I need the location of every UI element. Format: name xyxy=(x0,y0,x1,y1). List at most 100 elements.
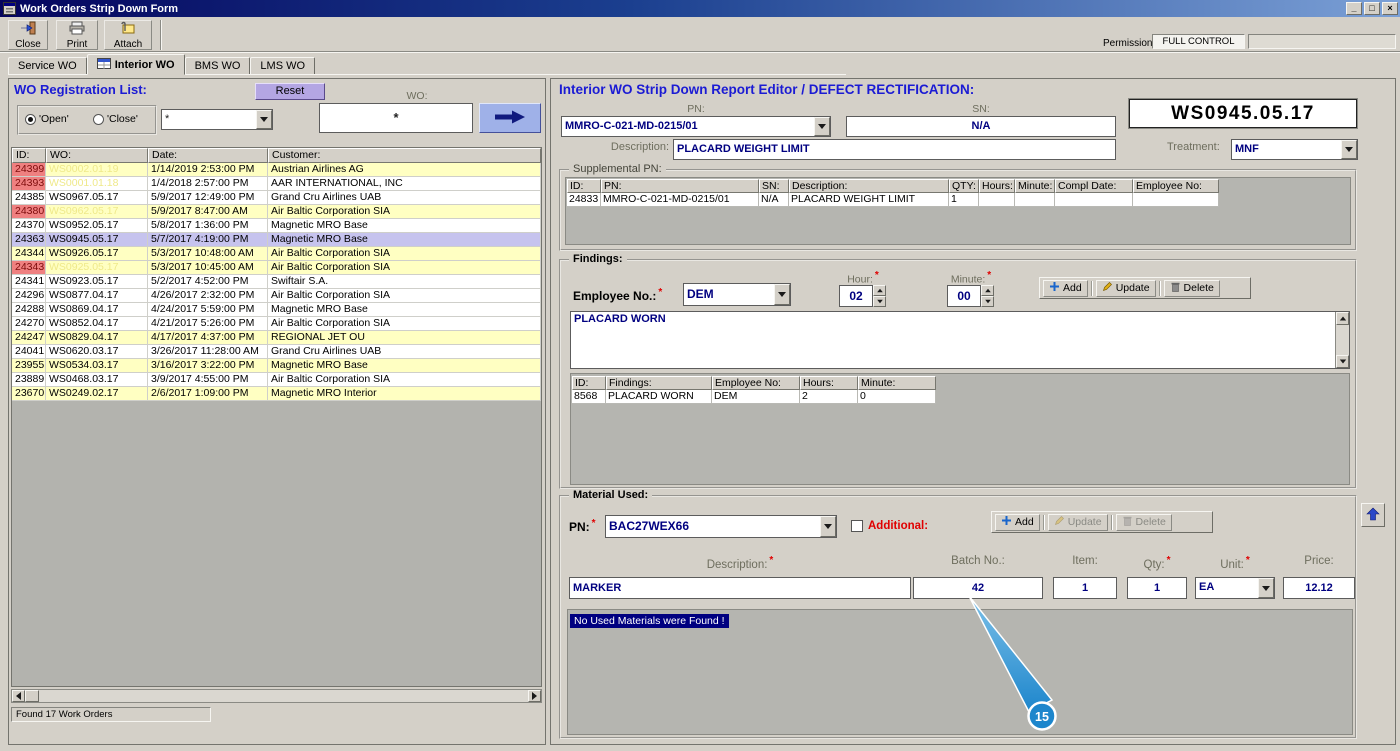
material-description-label: Description:* xyxy=(569,555,911,571)
spinner-down-icon[interactable] xyxy=(981,296,994,307)
scroll-up-icon[interactable] xyxy=(1336,312,1349,325)
col-header-wo[interactable]: WO: xyxy=(46,148,148,163)
wo-search-label: WO: xyxy=(387,90,447,102)
sn-field[interactable]: N/A xyxy=(846,116,1116,137)
close-radio[interactable]: 'Close' xyxy=(93,113,138,125)
wo-search-input[interactable]: * xyxy=(319,103,473,133)
table-row[interactable]: 24399 WS0002.01.19 1/14/2019 2:53:00 PM … xyxy=(12,163,541,177)
dropdown-arrow-icon[interactable] xyxy=(774,284,790,305)
scroll-down-icon[interactable] xyxy=(1336,355,1349,368)
material-delete-button[interactable]: Delete xyxy=(1116,514,1172,531)
cell-date: 1/14/2019 2:53:00 PM xyxy=(148,163,268,177)
spinner-up-icon[interactable] xyxy=(873,285,886,296)
table-row[interactable]: 24344 WS0926.05.17 5/3/2017 10:48:00 AM … xyxy=(12,247,541,261)
table-row[interactable]: 24288 WS0869.04.17 4/24/2017 5:59:00 PM … xyxy=(12,303,541,317)
dropdown-arrow-icon[interactable] xyxy=(1258,578,1274,598)
wo-table-hscrollbar[interactable] xyxy=(11,689,542,703)
hour-spinner[interactable]: 02 xyxy=(839,285,886,307)
qty-field[interactable]: 1 xyxy=(1127,577,1187,599)
dropdown-arrow-icon[interactable] xyxy=(256,110,272,129)
wo-table: ID: WO: Date: Customer: 24399 WS0002.01.… xyxy=(11,147,542,687)
table-row[interactable]: 23955 WS0534.03.17 3/16/2017 3:22:00 PM … xyxy=(12,359,541,373)
item-field[interactable]: 1 xyxy=(1053,577,1117,599)
table-row[interactable]: 24247 WS0829.04.17 4/17/2017 4:37:00 PM … xyxy=(12,331,541,345)
material-description-field[interactable]: MARKER xyxy=(569,577,911,599)
table-row[interactable]: 24370 WS0952.05.17 5/8/2017 1:36:00 PM M… xyxy=(12,219,541,233)
table-row[interactable]: 24041 WS0620.03.17 3/26/2017 11:28:00 AM… xyxy=(12,345,541,359)
tab-service-wo[interactable]: Service WO xyxy=(8,57,87,75)
description-field[interactable]: PLACARD WEIGHT LIMIT xyxy=(673,139,1116,160)
titlebar[interactable]: Work Orders Strip Down Form _ □ × xyxy=(0,0,1400,17)
dropdown-arrow-icon[interactable] xyxy=(1341,140,1357,159)
dropdown-arrow-icon[interactable] xyxy=(820,516,836,537)
treatment-dropdown[interactable]: MNF xyxy=(1231,139,1358,160)
cell-customer: Magnetic MRO Base xyxy=(268,303,541,317)
spinner-down-icon[interactable] xyxy=(873,296,886,307)
cell-date: 3/26/2017 11:28:00 AM xyxy=(148,345,268,359)
tab-interior-wo[interactable]: Interior WO xyxy=(87,54,185,75)
cell-customer: Grand Cru Airlines UAB xyxy=(268,345,541,359)
cell-id: 24363 xyxy=(12,233,46,247)
scroll-left-icon[interactable] xyxy=(12,690,25,702)
cell-customer: Magnetic MRO Base xyxy=(268,233,541,247)
scroll-right-icon[interactable] xyxy=(528,690,541,702)
additional-checkbox[interactable] xyxy=(851,520,863,532)
col-header-customer[interactable]: Customer: xyxy=(268,148,541,163)
dropdown-arrow-icon[interactable] xyxy=(814,117,830,136)
search-go-button[interactable] xyxy=(479,103,541,133)
findings-update-button[interactable]: Update xyxy=(1096,280,1156,297)
material-update-button[interactable]: Update xyxy=(1048,514,1108,531)
scrollbar-thumb[interactable] xyxy=(25,690,39,702)
material-add-button[interactable]: Add xyxy=(995,514,1040,531)
editor-title: Interior WO Strip Down Report Editor / D… xyxy=(559,82,974,97)
print-button[interactable]: Print xyxy=(56,20,98,50)
wo-filter-dropdown[interactable]: * xyxy=(161,109,273,130)
table-row[interactable]: 24296 WS0877.04.17 4/26/2017 2:32:00 PM … xyxy=(12,289,541,303)
cell-date: 1/4/2018 2:57:00 PM xyxy=(148,177,268,191)
table-row[interactable]: 24363 WS0945.05.17 5/7/2017 4:19:00 PM M… xyxy=(12,233,541,247)
unit-dropdown[interactable]: EA xyxy=(1195,577,1275,599)
close-button[interactable]: Close xyxy=(8,20,48,50)
cell-wo: WS0925.05.17 xyxy=(46,261,148,275)
findings-vscrollbar[interactable] xyxy=(1335,312,1349,368)
price-field[interactable]: 12.12 xyxy=(1283,577,1355,599)
findings-delete-button[interactable]: Delete xyxy=(1164,280,1220,297)
minute-spinner[interactable]: 00 xyxy=(947,285,994,307)
findings-add-button[interactable]: Add xyxy=(1043,280,1088,297)
table-row[interactable]: 24380 WS0962.05.17 5/9/2017 8:47:00 AM A… xyxy=(12,205,541,219)
cell-customer: Swiftair S.A. xyxy=(268,275,541,289)
table-row[interactable]: 24270 WS0852.04.17 4/21/2017 5:26:00 PM … xyxy=(12,317,541,331)
close-window-button[interactable]: × xyxy=(1382,2,1398,15)
col-header-id[interactable]: ID: xyxy=(12,148,46,163)
cell-id: 23955 xyxy=(12,359,46,373)
required-marker: * xyxy=(987,270,991,281)
table-row[interactable]: 23889 WS0468.03.17 3/9/2017 4:55:00 PM A… xyxy=(12,373,541,387)
maximize-button[interactable]: □ xyxy=(1364,2,1380,15)
findings-table-row[interactable]: 8568 PLACARD WORN DEM 2 0 xyxy=(572,390,936,404)
tab-bms-wo[interactable]: BMS WO xyxy=(185,57,251,75)
editor-panel: Interior WO Strip Down Report Editor / D… xyxy=(550,78,1396,745)
attach-button[interactable]: Attach xyxy=(104,20,152,50)
pn-dropdown[interactable]: MMRO-C-021-MD-0215/01 xyxy=(561,116,831,137)
supplemental-table-row[interactable]: 24833 MMRO-C-021-MD-0215/01 N/A PLACARD … xyxy=(567,193,1219,207)
table-row[interactable]: 24343 WS0925.05.17 5/3/2017 10:45:00 AM … xyxy=(12,261,541,275)
minimize-button[interactable]: _ xyxy=(1346,2,1362,15)
table-row[interactable]: 24341 WS0923.05.17 5/2/2017 4:52:00 PM S… xyxy=(12,275,541,289)
batch-no-label: Batch No.: xyxy=(913,555,1043,567)
cell-wo: WS0002.01.19 xyxy=(46,163,148,177)
table-row[interactable]: 23670 WS0249.02.17 2/6/2017 1:09:00 PM M… xyxy=(12,387,541,401)
material-pn-dropdown[interactable]: BAC27WEX66 xyxy=(605,515,837,538)
findings-text-area[interactable]: PLACARD WORN xyxy=(570,311,1350,369)
minute-label: Minute:* xyxy=(939,270,1003,286)
scroll-to-top-button[interactable] xyxy=(1361,503,1385,527)
col-header-date[interactable]: Date: xyxy=(148,148,268,163)
reset-button[interactable]: Reset xyxy=(255,83,325,100)
batch-no-field[interactable]: 42 xyxy=(913,577,1043,599)
spinner-up-icon[interactable] xyxy=(981,285,994,296)
tab-lms-wo[interactable]: LMS WO xyxy=(250,57,315,75)
open-radio[interactable]: 'Open' xyxy=(25,113,69,125)
employee-no-dropdown[interactable]: DEM xyxy=(683,283,791,306)
table-row[interactable]: 24385 WS0967.05.17 5/9/2017 12:49:00 PM … xyxy=(12,191,541,205)
cell-wo: WS0945.05.17 xyxy=(46,233,148,247)
table-row[interactable]: 24393 WS0001.01.18 1/4/2018 2:57:00 PM A… xyxy=(12,177,541,191)
